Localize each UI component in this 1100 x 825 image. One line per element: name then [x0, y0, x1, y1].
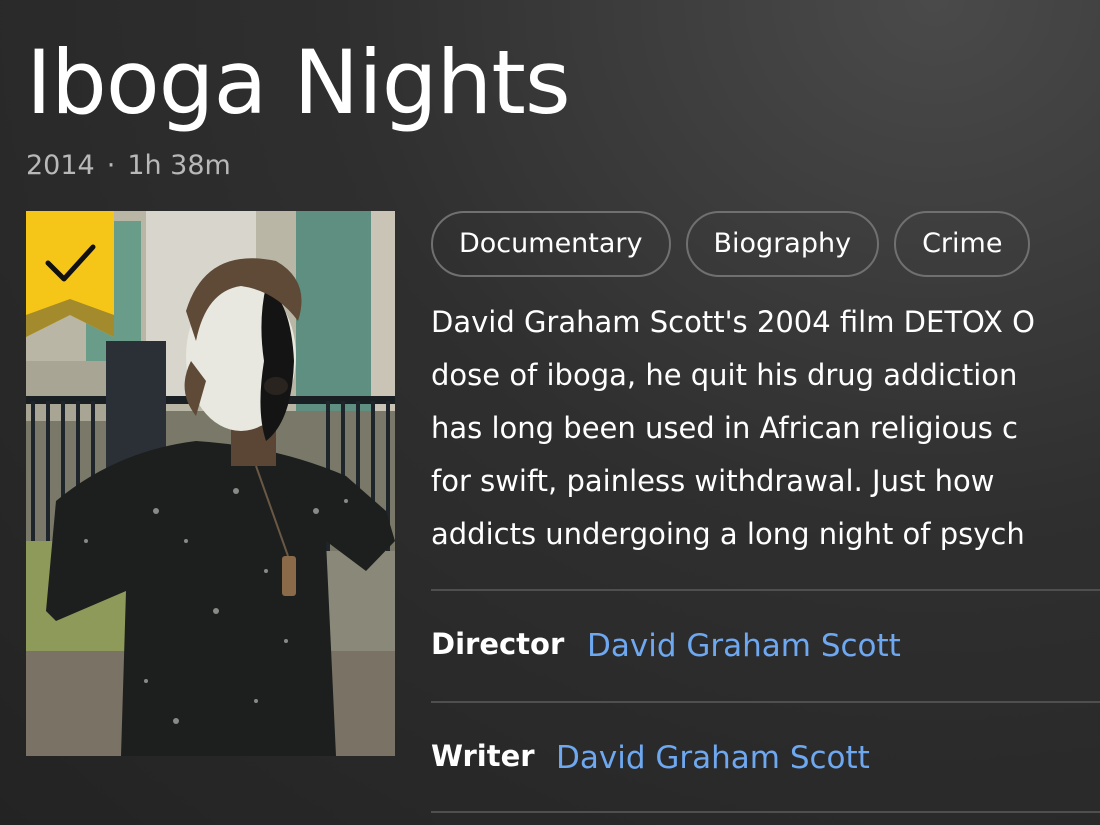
credit-role-label: Director — [431, 627, 565, 661]
watchlist-ribbon[interactable] — [26, 211, 114, 337]
title-meta: 2014 · 1h 38m — [26, 150, 231, 181]
genre-chip-documentary[interactable]: Documentary — [431, 211, 671, 277]
release-year: 2014 — [26, 150, 95, 181]
meta-separator: · — [106, 150, 116, 181]
poster-image[interactable] — [26, 211, 395, 756]
genre-chip-biography[interactable]: Biography — [685, 211, 880, 277]
synopsis-line: for swift, painless withdrawal. Just how — [431, 464, 995, 498]
director-link[interactable]: David Graham Scott — [587, 628, 901, 664]
credit-role-label: Writer — [431, 739, 535, 773]
genre-chip-crime[interactable]: Crime — [894, 211, 1031, 277]
synopsis-line: David Graham Scott's 2004 film DETOX O — [431, 305, 1035, 339]
synopsis-line: addicts undergoing a long night of psych — [431, 517, 1025, 551]
page-title: Iboga Nights — [26, 31, 571, 134]
credit-row-director: Director David Graham Scott — [431, 591, 1100, 701]
plot-synopsis[interactable]: David Graham Scott's 2004 film DETOX O d… — [431, 296, 1100, 561]
genre-chips: Documentary Biography Crime — [431, 211, 1045, 277]
credit-row-writer: Writer David Graham Scott — [431, 703, 1100, 813]
writer-link[interactable]: David Graham Scott — [556, 740, 870, 776]
divider — [431, 811, 1100, 813]
runtime: 1h 38m — [127, 150, 231, 181]
synopsis-line: has long been used in African religious … — [431, 411, 1018, 445]
synopsis-line: dose of iboga, he quit his drug addictio… — [431, 358, 1018, 392]
